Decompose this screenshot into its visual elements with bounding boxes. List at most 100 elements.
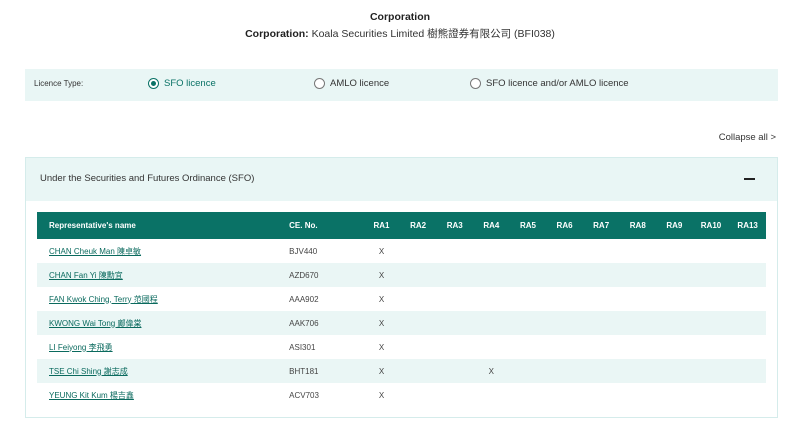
- name-cell: TSE Chi Shing 謝志成: [37, 359, 286, 383]
- ra-cell: [546, 311, 583, 335]
- ra-cell: X: [363, 263, 400, 287]
- representative-link[interactable]: LI Feiyong 李飛勇: [49, 343, 113, 352]
- ra-cell: [656, 311, 693, 335]
- radio-label: AMLO licence: [330, 78, 390, 89]
- column-header: RA4: [473, 212, 510, 239]
- ra-cell: [399, 359, 437, 383]
- ra-cell: [546, 335, 583, 359]
- ra-cell: [509, 263, 547, 287]
- ra-cell: [400, 287, 437, 311]
- ra-cell: [546, 359, 583, 383]
- ce-number: AZD670: [285, 263, 364, 287]
- ra-cell: [693, 383, 730, 407]
- column-header: CE. No.: [285, 212, 364, 239]
- table-row: LI Feiyong 李飛勇 ASI301 X: [37, 335, 766, 359]
- ra-cell: [693, 335, 730, 359]
- ra-cell: X: [473, 359, 510, 383]
- ra-cell: [473, 335, 510, 359]
- licence-type-filter: Licence Type: SFO licence AMLO licence S…: [25, 69, 778, 101]
- ra-cell: [729, 263, 766, 287]
- column-header: RA8: [619, 212, 657, 239]
- ra-cell: [692, 263, 730, 287]
- ra-cell: [473, 311, 510, 335]
- ra-cell: [473, 239, 510, 263]
- collapse-minus-icon[interactable]: [744, 178, 755, 180]
- name-cell: FAN Kwok Ching, Terry 范國程: [37, 287, 285, 311]
- name-cell: KWONG Wai Tong 鄺偉棠: [37, 311, 286, 335]
- column-header: RA13: [729, 212, 766, 239]
- ra-cell: [729, 383, 766, 407]
- ce-number: ACV703: [289, 390, 319, 400]
- ra-cell: [400, 239, 437, 263]
- ra-cell: [436, 239, 473, 263]
- sfo-section: Under the Securities and Futures Ordinan…: [25, 157, 778, 418]
- ra-cell: [509, 311, 547, 335]
- representative-link[interactable]: TSE Chi Shing 謝志成: [49, 367, 128, 376]
- ce-number: BHT181: [285, 359, 364, 383]
- table-row: YEUNG Kit Kum 楊吉鑫 ACV703 X: [37, 383, 766, 407]
- representative-link[interactable]: CHAN Fan Yi 陳勳宜: [49, 271, 123, 280]
- table-row: TSE Chi Shing 謝志成 BHT181 X X: [37, 359, 766, 383]
- ra-cell: [473, 287, 510, 311]
- ra-cell: [399, 311, 437, 335]
- radio-sfo-licence[interactable]: SFO licence: [148, 78, 216, 89]
- ra-cell: [619, 239, 656, 263]
- representative-link[interactable]: KWONG Wai Tong 鄺偉棠: [49, 319, 141, 328]
- radio-unchecked-icon: [470, 78, 481, 89]
- radio-label: SFO licence: [164, 78, 216, 89]
- ra-cell: [436, 263, 474, 287]
- ra-cell: [693, 239, 730, 263]
- ra-cell: [619, 263, 657, 287]
- column-header: RA10: [692, 212, 730, 239]
- ra-cell: [509, 359, 547, 383]
- ra-cell: [473, 383, 510, 407]
- ra-cell: [692, 311, 730, 335]
- representative-link[interactable]: FAN Kwok Ching, Terry 范國程: [49, 295, 158, 304]
- collapse-all-link[interactable]: Collapse all >: [719, 132, 776, 143]
- column-header: RA1: [363, 212, 400, 239]
- ce-number: AAA902: [289, 294, 319, 304]
- ra-cell: [729, 359, 766, 383]
- table-row: KWONG Wai Tong 鄺偉棠 AAK706 X: [37, 311, 766, 335]
- ra-cell: X: [363, 311, 400, 335]
- ra-cell: X: [363, 359, 400, 383]
- ra-cell: [583, 383, 620, 407]
- column-header: Representative's name: [37, 212, 286, 239]
- ra-cell: X: [378, 342, 385, 352]
- representative-link[interactable]: CHAN Cheuk Man 陳卓敏: [49, 247, 141, 256]
- column-header: RA3: [436, 212, 474, 239]
- radio-amlo-licence[interactable]: AMLO licence: [314, 78, 389, 89]
- representative-link[interactable]: YEUNG Kit Kum 楊吉鑫: [49, 391, 134, 400]
- ra-cell: [546, 383, 583, 407]
- ra-cell: [729, 287, 766, 311]
- ra-cell: [436, 383, 473, 407]
- ra-cell: [436, 311, 474, 335]
- ra-cell: [583, 335, 620, 359]
- ra-cell: X: [378, 390, 385, 400]
- table-header-row: Representative's name CE. No. RA1 RA2 RA3 RA4…: [37, 212, 766, 239]
- ra-cell: [582, 263, 620, 287]
- page-title: Corporation: [369, 11, 431, 23]
- ra-cell: [619, 359, 657, 383]
- ra-cell: [656, 239, 693, 263]
- radio-sfo-and-or-amlo-licence[interactable]: SFO licence and/or AMLO licence: [470, 78, 629, 89]
- ra-cell: [583, 287, 620, 311]
- corporation-name: Koala Securities Limited 樹熊證券有限公司 (BFI03…: [311, 28, 555, 40]
- ra-cell: [510, 383, 547, 407]
- name-cell: YEUNG Kit Kum 楊吉鑫: [37, 383, 285, 407]
- corporation-label: Corporation:: [245, 28, 309, 40]
- ra-cell: [729, 239, 766, 263]
- ra-cell: [546, 239, 583, 263]
- table-row: CHAN Fan Yi 陳勳宜 AZD670 X: [37, 263, 766, 287]
- ra-cell: [619, 287, 656, 311]
- ra-cell: X: [378, 246, 385, 256]
- ra-cell: [656, 335, 693, 359]
- radio-label: SFO licence and/or AMLO licence: [486, 78, 629, 89]
- ra-cell: [582, 311, 620, 335]
- sfo-section-header[interactable]: Under the Securities and Futures Ordinan…: [26, 158, 777, 201]
- ra-cell: [436, 287, 473, 311]
- table-row: FAN Kwok Ching, Terry 范國程 AAA902 X: [37, 287, 766, 311]
- column-header: RA2: [399, 212, 437, 239]
- ra-cell: [400, 383, 437, 407]
- ra-cell: [582, 359, 620, 383]
